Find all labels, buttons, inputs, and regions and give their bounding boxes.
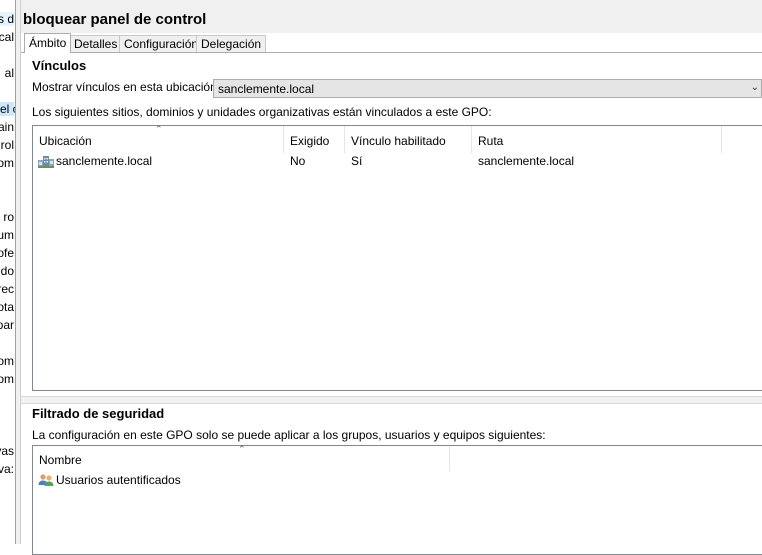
page-title: bloquear panel de control (23, 11, 207, 28)
table-row[interactable]: sanclemente.local No Sí sanclemente.loca… (33, 152, 762, 170)
tab-ambito[interactable]: Ámbito (24, 33, 72, 53)
gpo-tree-pane[interactable]: s d cal al el c ain rol om ro um ofe do … (0, 0, 16, 544)
table-row[interactable]: Usuarios autentificados (33, 471, 762, 489)
tree-item[interactable]: ain (0, 120, 14, 134)
location-label: Mostrar vínculos en esta ubicación: (32, 80, 221, 94)
location-dropdown-value: sanclemente.local (218, 82, 315, 96)
column-header-nombre[interactable]: Nombre ⌃ (33, 444, 450, 471)
link-enabled: Sí (351, 154, 363, 168)
security-description: La configuración en este GPO solo se pue… (32, 428, 546, 442)
section-splitter[interactable] (21, 396, 762, 404)
tree-item[interactable]: om (0, 156, 14, 170)
links-description: Los siguientes sitios, dominios y unidad… (32, 105, 492, 119)
tree-item[interactable]: om (0, 372, 14, 386)
tree-item[interactable]: ro (3, 210, 14, 224)
tree-item[interactable]: vas (0, 444, 14, 458)
location-dropdown[interactable]: sanclemente.local ⌄ (213, 79, 762, 98)
link-enforced: No (290, 154, 306, 168)
column-header-vinculo-habilitado[interactable]: Vínculo habilitado (345, 126, 472, 153)
tree-item-selected[interactable]: el c (0, 102, 15, 116)
tree-item[interactable]: rec (0, 282, 14, 296)
tab-delegacion[interactable]: Delegación (196, 35, 267, 52)
security-list[interactable]: Nombre ⌃ Usuarios autentificados (32, 444, 762, 555)
sort-up-icon: ⌃ (238, 444, 246, 454)
column-header-ruta[interactable]: Ruta (472, 126, 722, 153)
links-list[interactable]: Ubicación ⌃ Exigido Vínculo habilitado R… (32, 124, 762, 391)
tree-item[interactable]: al (5, 66, 14, 80)
tree-item[interactable]: cal (0, 30, 14, 44)
gpo-details-pane: bloquear panel de control Ámbito Detalle… (21, 0, 762, 555)
security-list-header: Nombre ⌃ (33, 444, 762, 471)
title-bar: bloquear panel de control (21, 0, 762, 33)
tree-item[interactable]: um (0, 228, 14, 242)
tree-item[interactable]: par (0, 318, 14, 332)
column-label: Vínculo habilitado (351, 134, 446, 148)
column-header-ubicacion[interactable]: Ubicación ⌃ (33, 124, 284, 153)
links-heading: Vínculos (32, 58, 87, 73)
tab-divider (21, 52, 762, 53)
sort-up-icon: ⌃ (155, 124, 163, 134)
tree-item[interactable]: rol (1, 138, 14, 152)
column-label: Exigido (290, 134, 330, 148)
tree-item[interactable]: s d (0, 12, 14, 26)
column-label: Ruta (478, 134, 504, 148)
tab-configuracion[interactable]: Configuración (119, 35, 204, 52)
link-location: sanclemente.local (56, 154, 153, 168)
tree-item[interactable]: ota (0, 300, 14, 314)
tree-item[interactable]: va: (0, 462, 14, 476)
column-label: Ubicación (39, 134, 92, 148)
security-principal: Usuarios autentificados (56, 473, 181, 487)
column-header-exigido[interactable]: Exigido (284, 126, 345, 153)
column-label: Nombre (39, 453, 82, 467)
links-list-header: Ubicación ⌃ Exigido Vínculo habilitado R… (33, 124, 762, 153)
tab-detalles[interactable]: Detalles (69, 35, 123, 52)
chevron-down-icon: ⌄ (750, 82, 759, 93)
tree-item[interactable]: om (0, 354, 14, 368)
tree-item[interactable]: ofe (0, 246, 14, 260)
users-group-icon (38, 474, 54, 486)
security-heading: Filtrado de seguridad (32, 406, 165, 421)
tree-item[interactable]: do (1, 264, 14, 278)
domain-icon (38, 155, 54, 168)
link-path: sanclemente.local (478, 154, 575, 168)
